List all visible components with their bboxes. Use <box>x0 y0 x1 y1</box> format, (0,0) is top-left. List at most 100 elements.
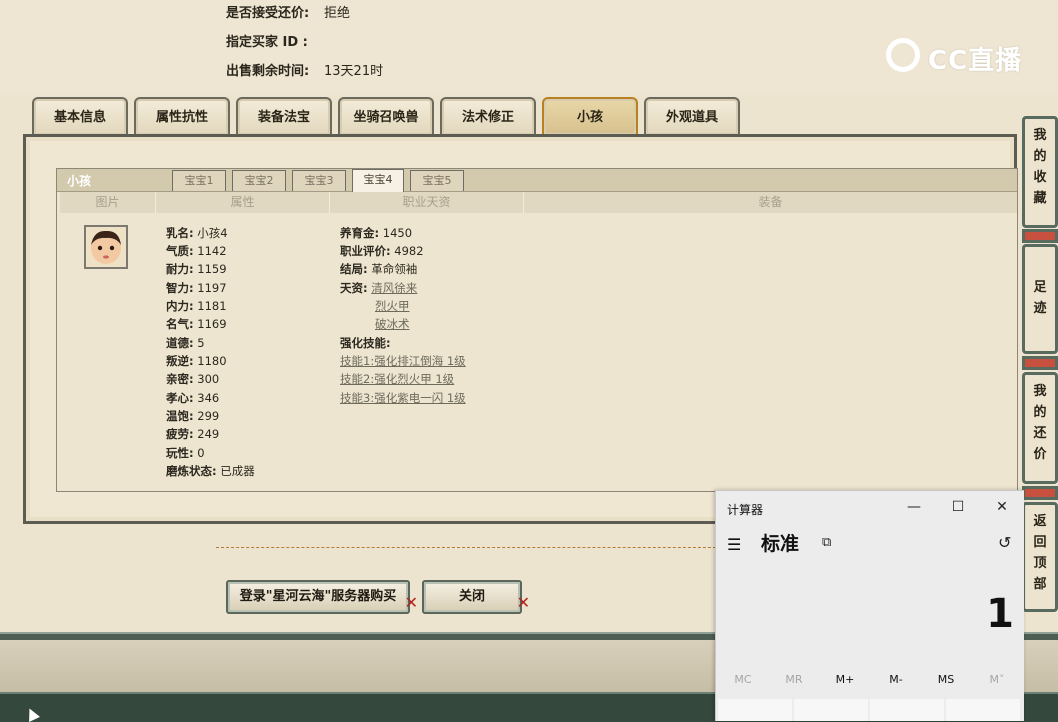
attr-value: 1159 <box>197 262 227 276</box>
minimize-icon[interactable]: — <box>904 497 924 517</box>
attr-value: 1181 <box>197 299 227 313</box>
memory-add-button[interactable]: M+ <box>820 673 870 686</box>
tab-attributes-resistance[interactable]: 属性抗性 <box>134 97 230 135</box>
attr-value: 小孩4 <box>197 226 228 240</box>
keep-on-top-icon[interactable]: ⧉ <box>822 535 831 550</box>
attr-label: 玩性: <box>166 446 194 460</box>
child-panel-title: 小孩 <box>67 174 92 188</box>
nurture-value: 1450 <box>382 226 413 240</box>
calculator-key[interactable] <box>946 699 1022 721</box>
attr-label: 叛逆: <box>166 354 194 368</box>
tab-child[interactable]: 小孩 <box>542 97 638 135</box>
talent-link[interactable]: 破冰术 <box>375 317 410 331</box>
tab-baby-1[interactable]: 宝宝1 <box>172 170 226 191</box>
side-separator <box>1022 486 1058 500</box>
attr-label: 孝心: <box>166 391 194 405</box>
attr-value: 299 <box>197 409 220 423</box>
accept-counter-label: 是否接受还价: <box>226 6 310 21</box>
ending-row: 结局: 革命领袖 <box>340 261 417 277</box>
login-buy-button[interactable]: 登录"星河云海"服务器购买 ✕ <box>226 580 418 614</box>
attr-label: 磨炼状态: <box>166 464 217 478</box>
tab-equipment[interactable]: 装备法宝 <box>236 97 332 135</box>
attr-row: 疲劳: 249 <box>166 426 219 442</box>
memory-store-button[interactable]: MS <box>921 673 971 686</box>
tab-appearance-items[interactable]: 外观道具 <box>644 97 740 135</box>
attr-value: 1197 <box>197 281 227 295</box>
skills-label: 强化技能: <box>340 336 391 350</box>
close-button[interactable]: 关闭 ✕ <box>422 580 530 614</box>
memory-recall-button[interactable]: MR <box>769 673 819 686</box>
attr-label: 气质: <box>166 244 194 258</box>
memory-subtract-button[interactable]: M- <box>871 673 921 686</box>
attr-value: 5 <box>197 336 205 350</box>
calculator-key[interactable] <box>870 699 946 721</box>
calculator-keypad <box>716 699 1024 721</box>
scroll-ornament-icon: ✕ <box>516 593 530 612</box>
attr-label: 道德: <box>166 336 194 350</box>
attr-label: 亲密: <box>166 372 194 386</box>
attr-row: 叛逆: 1180 <box>166 353 227 369</box>
close-icon[interactable]: ✕ <box>992 497 1012 517</box>
attr-value: 0 <box>197 446 205 460</box>
tab-mount-summon[interactable]: 坐骑召唤兽 <box>338 97 434 135</box>
scroll-ornament-icon: ✕ <box>404 593 418 612</box>
side-separator <box>1022 356 1058 370</box>
calculator-window[interactable]: 计算器 — ☐ ✕ ☰ 标准 ⧉ ↺ 1 MC MR M+ M- MS M˅ <box>715 490 1024 721</box>
nurture-row: 养育金: 1450 <box>340 225 412 241</box>
maximize-icon[interactable]: ☐ <box>948 497 968 517</box>
calculator-key[interactable] <box>718 699 794 721</box>
time-left-value: 13天21时 <box>324 64 384 79</box>
skill-row: 技能2:强化烈火甲 1级 <box>340 371 454 387</box>
attr-row: 耐力: 1159 <box>166 261 227 277</box>
nurture-label: 养育金: <box>340 226 380 240</box>
accept-counter-row: 是否接受还价: 拒绝 <box>226 2 350 21</box>
attr-label: 温饱: <box>166 409 194 423</box>
talent-link[interactable]: 清风徐来 <box>371 281 417 295</box>
memory-clear-button[interactable]: MC <box>718 673 768 686</box>
tab-baby-3[interactable]: 宝宝3 <box>292 170 346 191</box>
attr-label: 乳名: <box>166 226 194 240</box>
logo-text: CC直播 <box>928 46 1023 76</box>
attr-row: 道德: 5 <box>166 335 205 351</box>
attr-value: 1169 <box>197 317 227 331</box>
attr-label: 疲劳: <box>166 427 194 441</box>
my-favorites-button[interactable]: 我的收藏 <box>1022 116 1058 228</box>
rating-row: 职业评价: 4982 <box>340 243 424 259</box>
attr-row: 玩性: 0 <box>166 445 205 461</box>
attr-label: 智力: <box>166 281 194 295</box>
column-header-attributes: 属性 <box>156 192 330 213</box>
skill-row: 技能1:强化排江倒海 1级 <box>340 353 466 369</box>
calculator-key[interactable] <box>794 699 870 721</box>
calculator-title: 计算器 <box>727 503 764 517</box>
column-header-image: 图片 <box>60 192 156 213</box>
login-buy-label: 登录"星河云海"服务器购买 <box>239 589 397 604</box>
tab-baby-4[interactable]: 宝宝4 <box>352 169 404 192</box>
skill-link[interactable]: 技能3:强化紫电一闪 1级 <box>340 391 466 405</box>
footprint-button[interactable]: 足迹 <box>1022 244 1058 354</box>
history-icon[interactable]: ↺ <box>998 533 1011 552</box>
rating-label: 职业评价: <box>340 244 391 258</box>
attr-label: 名气: <box>166 317 194 331</box>
tab-spell-correction[interactable]: 法术修正 <box>440 97 536 135</box>
tab-baby-5[interactable]: 宝宝5 <box>410 170 464 191</box>
tab-baby-2[interactable]: 宝宝2 <box>232 170 286 191</box>
skill-link[interactable]: 技能1:强化排江倒海 1级 <box>340 354 466 368</box>
back-to-top-button[interactable]: 返回顶部 <box>1022 502 1058 612</box>
attr-value: 1180 <box>197 354 227 368</box>
divider <box>216 547 716 548</box>
attr-row: 亲密: 300 <box>166 371 219 387</box>
talent-row: 烈火甲 <box>375 298 410 314</box>
skill-link[interactable]: 技能2:强化烈火甲 1级 <box>340 372 454 386</box>
attr-row: 内力: 1181 <box>166 298 227 314</box>
child-face-icon <box>86 227 126 267</box>
hamburger-icon[interactable]: ☰ <box>727 535 741 554</box>
my-favorites-label: 我的收藏 <box>1033 128 1047 206</box>
my-counter-offers-button[interactable]: 我的还价 <box>1022 372 1058 484</box>
skill-row: 技能3:强化紫电一闪 1级 <box>340 390 466 406</box>
memory-list-button[interactable]: M˅ <box>972 673 1022 686</box>
talent-link[interactable]: 烈火甲 <box>375 299 410 313</box>
attr-row: 名气: 1169 <box>166 316 227 332</box>
attr-value: 已成器 <box>220 464 255 478</box>
attr-value: 1142 <box>197 244 227 258</box>
tab-basic-info[interactable]: 基本信息 <box>32 97 128 135</box>
